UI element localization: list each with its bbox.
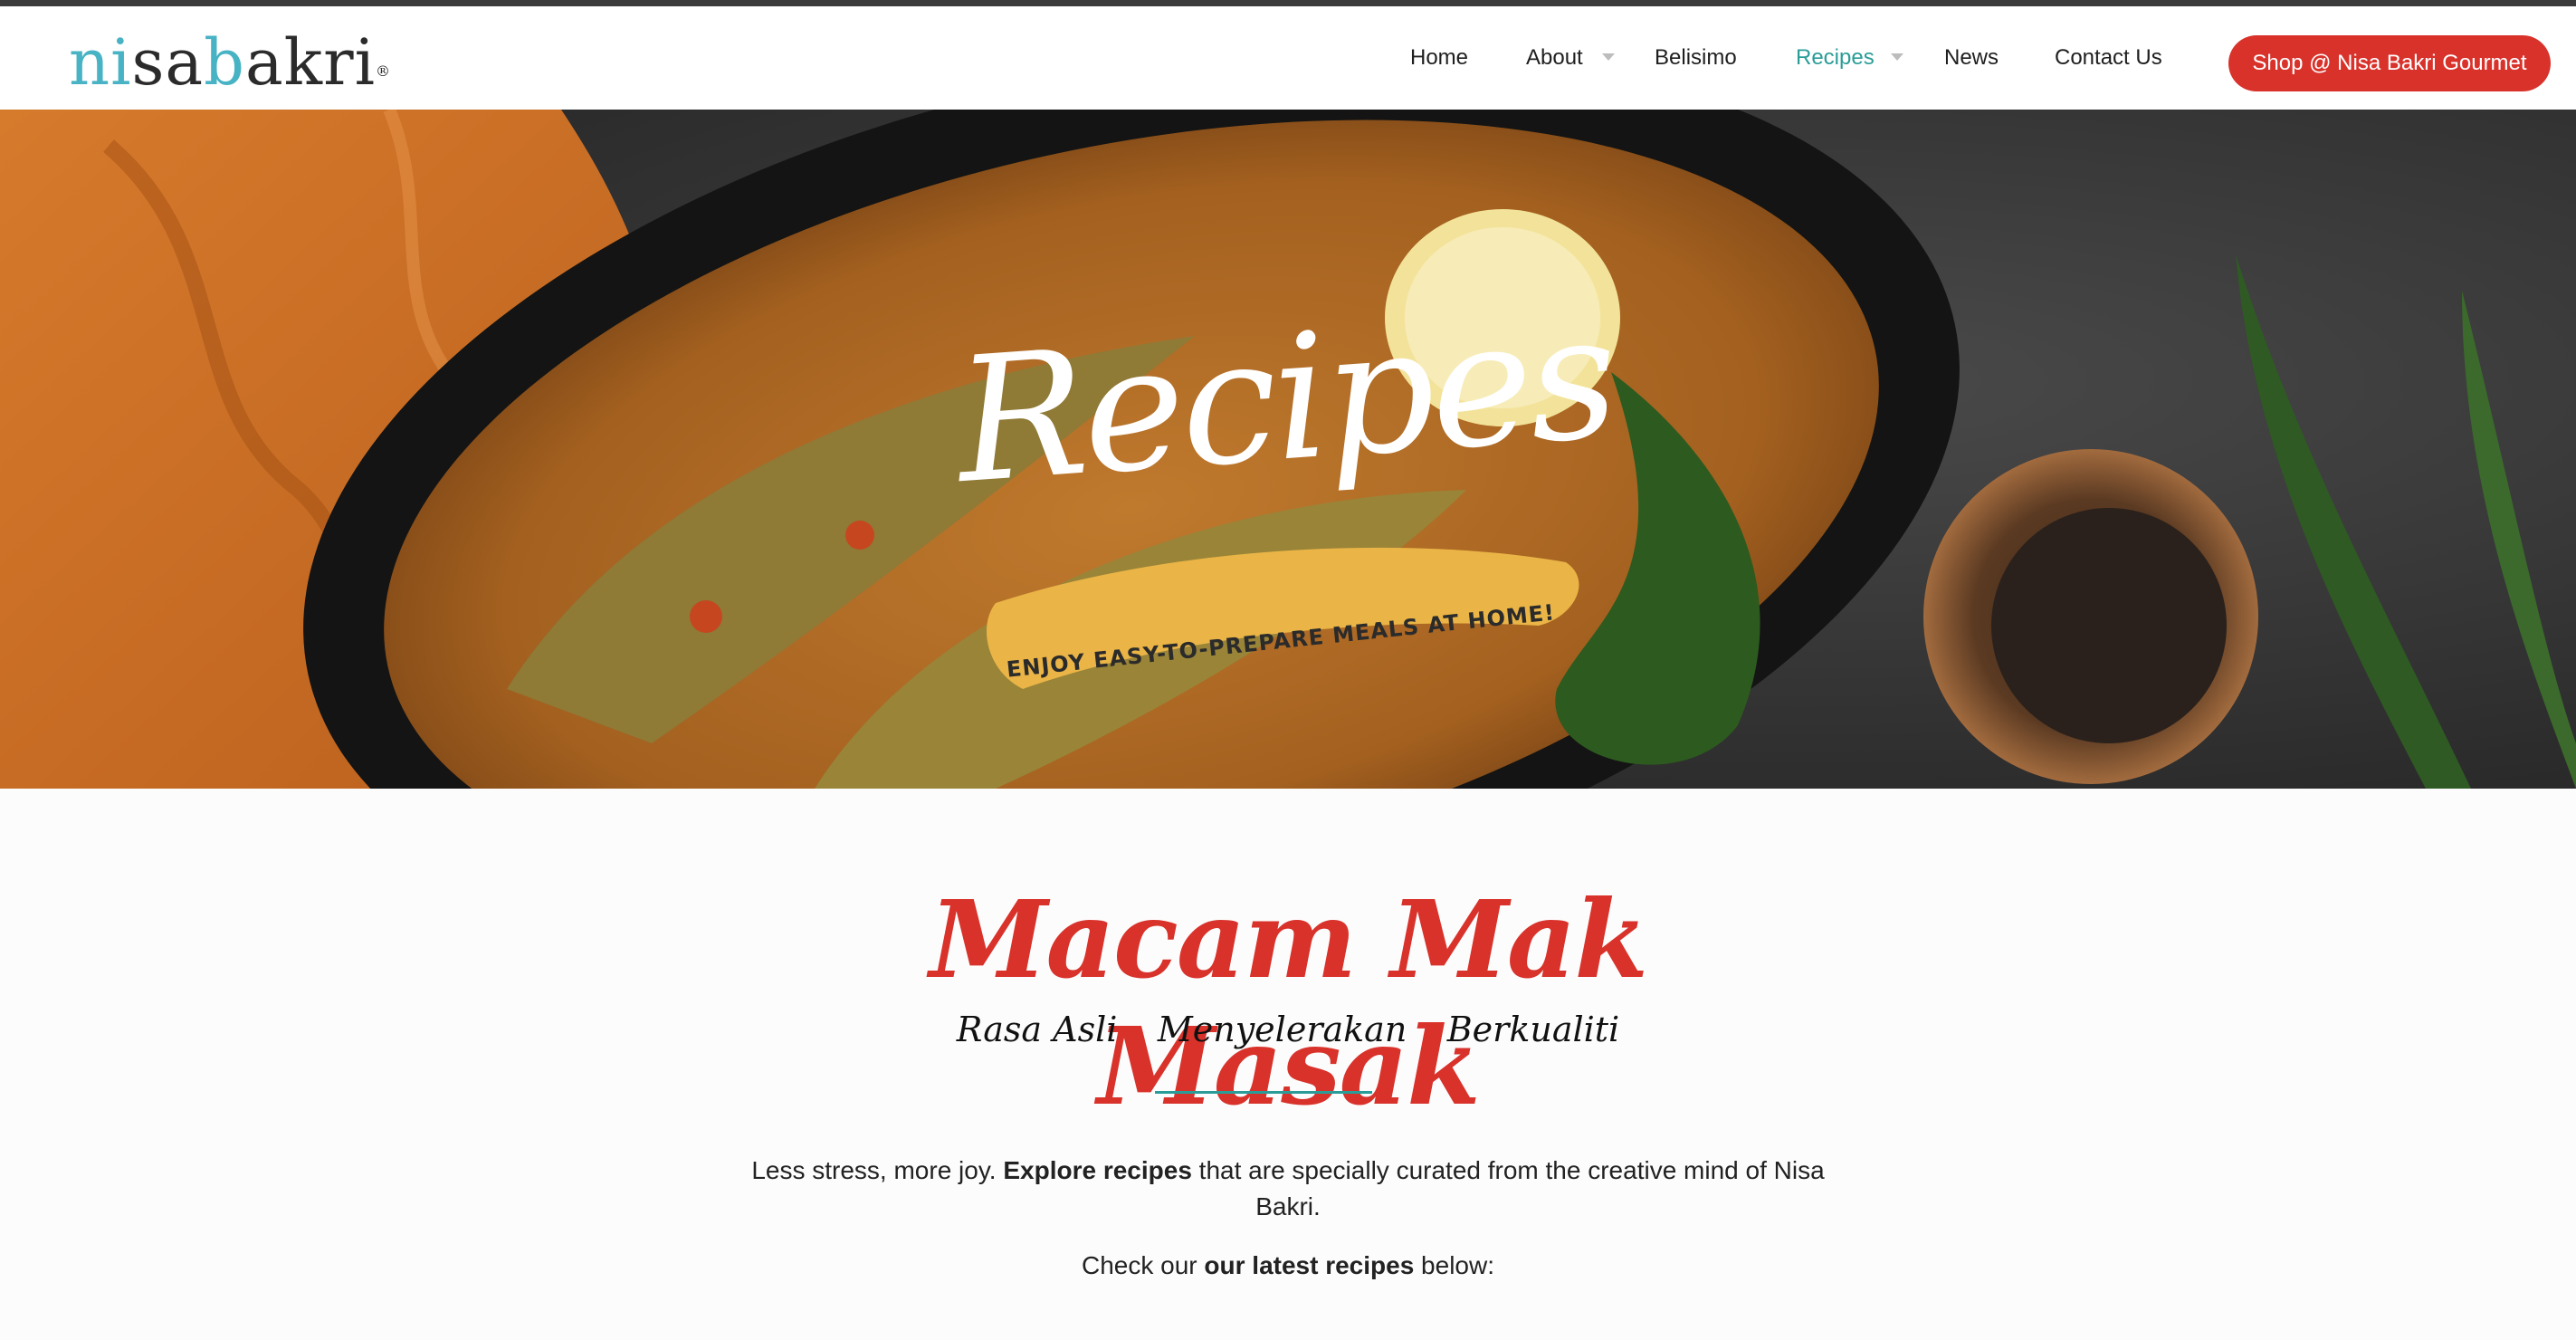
nav-belisimo[interactable]: Belisimo [1655, 6, 1737, 110]
chevron-down-icon[interactable] [1602, 53, 1615, 61]
nav-home[interactable]: Home [1410, 6, 1468, 110]
nav-contact[interactable]: Contact Us [2055, 6, 2162, 110]
nav-about[interactable]: About [1526, 6, 1583, 110]
intro-paragraph: Less stress, more joy. Explore recipes t… [724, 1153, 1852, 1225]
section-subtitle: Rasa Asli Menyelerakan Berkualiti [905, 1010, 1671, 1049]
latest-text: below: [1414, 1251, 1494, 1279]
top-border [0, 0, 2576, 6]
intro-text: Less stress, more joy. [751, 1156, 1004, 1184]
subtitle-word: Menyelerakan [1157, 1010, 1407, 1049]
section-divider [1155, 1091, 1372, 1094]
main-nav: Home About Belisimo Recipes News Contact… [0, 6, 2576, 110]
latest-recipes-paragraph: Check our our latest recipes below: [724, 1248, 1852, 1284]
nav-news[interactable]: News [1944, 6, 1999, 110]
subtitle-word: Berkualiti [1446, 1010, 1620, 1049]
chevron-down-icon[interactable] [1891, 53, 1903, 61]
intro-text: that are specially curated from the crea… [1191, 1156, 1825, 1220]
shop-button[interactable]: Shop @ Nisa Bakri Gourmet [2228, 35, 2551, 91]
latest-text: Check our [1082, 1251, 1205, 1279]
hero-banner: Recipes ENJOY EASY-TO-PREPARE MEALS AT H… [0, 110, 2576, 789]
subtitle-word: Rasa Asli [956, 1010, 1118, 1049]
latest-bold-text: our latest recipes [1204, 1251, 1415, 1279]
intro-bold-text: Explore recipes [1003, 1156, 1192, 1184]
nav-recipes[interactable]: Recipes [1796, 6, 1875, 110]
